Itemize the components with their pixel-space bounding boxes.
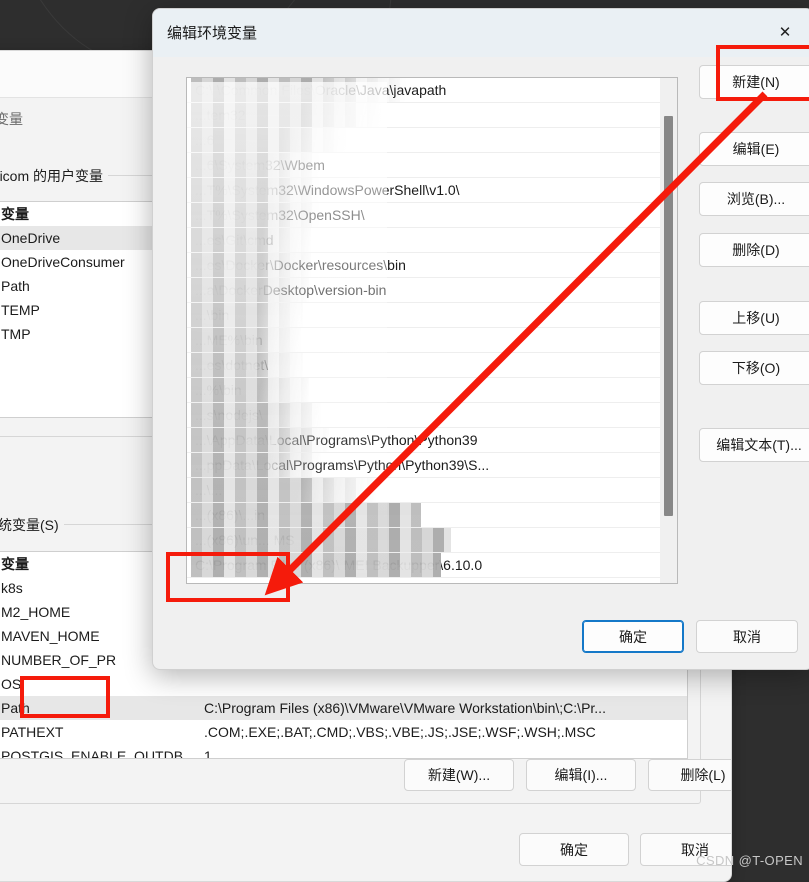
system-new-button[interactable]: 新建(W)... bbox=[404, 759, 514, 791]
path-entry-row[interactable]: ...%\bin bbox=[187, 378, 677, 403]
path-entry-row[interactable]: ...a\DockerDesktop\version-bin bbox=[187, 278, 677, 303]
system-variable-name: POSTGIS_ENABLE_OUTDB bbox=[1, 748, 184, 759]
system-variable-value: C:\Program Files (x86)\VMware\VMware Wor… bbox=[204, 700, 606, 716]
system-variable-value bbox=[196, 672, 687, 696]
table-row[interactable]: Path C:\Program Files (x86)\VMware\VMwar… bbox=[0, 696, 687, 720]
path-entry-text: %k8s% bbox=[195, 582, 242, 583]
dialog-ok-label: 确定 bbox=[619, 628, 647, 645]
path-entry-row[interactable]: ...\... bbox=[187, 478, 677, 503]
system-variable-name: OS bbox=[1, 676, 22, 692]
path-move-up-button[interactable]: 上移(U) bbox=[699, 301, 809, 335]
path-entry-row[interactable]: ...ppData\Local\Programs\Python\Python39… bbox=[187, 453, 677, 478]
table-row[interactable]: PATHEXT .COM;.EXE;.BAT;.CMD;.VBS;.VBE;.J… bbox=[0, 720, 687, 744]
path-entry-row[interactable]: ...T%\System32\OpenSSH\ bbox=[187, 203, 677, 228]
path-entry-row[interactable]: ...es\Git\cmd bbox=[187, 228, 677, 253]
path-entry-text: C:\ \Common Files\Oracle\Java\javapath bbox=[195, 82, 447, 98]
path-delete-button-label: 删除(D) bbox=[732, 242, 780, 258]
path-entry-text: ...es\dotnet\ bbox=[195, 357, 269, 373]
path-entry-text: ...s\nodejs\ bbox=[195, 407, 263, 423]
path-move-down-button[interactable]: 下移(O) bbox=[699, 351, 809, 385]
path-entry-text: ...ppData\Local\Programs\Python\Python39… bbox=[195, 457, 490, 473]
path-entry-text: ...\AppData\Local\Programs\Python\Python… bbox=[195, 432, 478, 448]
path-entry-text: ...\bin bbox=[195, 307, 230, 323]
path-entry-row[interactable]: ...(x86)\un... MS bbox=[187, 528, 677, 553]
path-entry-row[interactable]: ...es\dotnet\ bbox=[187, 353, 677, 378]
path-new-button[interactable]: 新建(N) bbox=[699, 65, 809, 99]
system-variable-name: PATHEXT bbox=[1, 724, 64, 740]
path-edit-button[interactable]: 编辑(E) bbox=[699, 132, 809, 166]
path-browse-button-label: 浏览(B)... bbox=[726, 191, 786, 207]
path-entry-row[interactable]: ...6\System32\Wbem bbox=[187, 153, 677, 178]
path-entry-text: ...es\Git\cmd bbox=[195, 232, 274, 248]
path-entry-text: ...(x86)\un... MS bbox=[195, 532, 295, 548]
user-variables-legend: unicom 的用户变量 bbox=[0, 166, 109, 186]
close-icon[interactable]: ✕ bbox=[763, 17, 807, 47]
dialog-cancel-button[interactable]: 取消 bbox=[696, 620, 798, 653]
path-entry-row[interactable]: C:\ \Common Files\Oracle\Java\javapath bbox=[187, 78, 677, 103]
system-new-button-label: 新建(W)... bbox=[427, 767, 491, 783]
path-entry-row[interactable]: ...s\nodejs\ bbox=[187, 403, 677, 428]
window-ok-label: 确定 bbox=[560, 841, 588, 858]
dialog-cancel-label: 取消 bbox=[733, 628, 761, 645]
path-entries-rows: C:\ \Common Files\Oracle\Java\javapath..… bbox=[187, 78, 677, 583]
system-edit-button[interactable]: 编辑(I)... bbox=[526, 759, 636, 791]
path-entry-text: ...es\Docker\Docker\resources\bin bbox=[195, 257, 406, 273]
path-entry-text: ...\... bbox=[195, 482, 223, 498]
path-entry-row[interactable]: ...6 bbox=[187, 128, 677, 153]
table-row[interactable]: OS bbox=[0, 672, 687, 696]
dialog-titlebar: 编辑环境变量 ✕ bbox=[153, 9, 809, 57]
path-entry-text: C:\Program Files (x86)\ MEI Backupper\6.… bbox=[195, 557, 483, 573]
path-entry-text: ...ME%\bin bbox=[195, 332, 263, 348]
dialog-title: 编辑环境变量 bbox=[167, 25, 258, 42]
path-entry-row[interactable]: ...es\Docker\Docker\resources\bin bbox=[187, 253, 677, 278]
path-entry-row[interactable]: ...tem32 bbox=[187, 103, 677, 128]
system-variables-legend: 系统变量(S) bbox=[0, 515, 64, 535]
path-edit-text-button[interactable]: 编辑文本(T)... bbox=[699, 428, 809, 462]
path-move-up-button-label: 上移(U) bbox=[732, 310, 780, 326]
path-entry-row[interactable]: ...(x86)\...in bbox=[187, 503, 677, 528]
system-delete-button[interactable]: 删除(L) bbox=[648, 759, 731, 791]
path-entry-text: ...%\bin bbox=[195, 382, 242, 398]
scrollbar-thumb[interactable] bbox=[664, 116, 673, 516]
system-delete-button-label: 删除(L) bbox=[680, 767, 726, 783]
path-entry-row[interactable]: ...ME%\bin bbox=[187, 328, 677, 353]
redaction-mosaic bbox=[191, 128, 346, 152]
path-entry-text: ...6 bbox=[195, 132, 215, 148]
system-variable-value: .COM;.EXE;.BAT;.CMD;.VBS;.VBE;.JS;.JSE;.… bbox=[204, 724, 596, 740]
watermark: CSDN @T-OPEN bbox=[696, 853, 803, 868]
table-row[interactable]: POSTGIS_ENABLE_OUTDB 1 bbox=[0, 744, 687, 759]
path-browse-button[interactable]: 浏览(B)... bbox=[699, 182, 809, 216]
path-move-down-button-label: 下移(O) bbox=[731, 360, 781, 376]
path-entry-text: ...(x86)\...in bbox=[195, 507, 266, 523]
path-entry-text: ...T%\System32\OpenSSH\ bbox=[195, 207, 365, 223]
path-entry-text: ...6\System32\Wbem bbox=[195, 157, 325, 173]
path-entries-listbox[interactable]: C:\ \Common Files\Oracle\Java\javapath..… bbox=[186, 77, 678, 584]
path-entry-row[interactable]: ...T%\System32\WindowsPowerShell\v1.0\ bbox=[187, 178, 677, 203]
path-entry-row[interactable]: %k8s% bbox=[187, 578, 677, 583]
system-edit-button-label: 编辑(I)... bbox=[554, 767, 608, 783]
dialog-ok-button[interactable]: 确定 bbox=[582, 620, 684, 653]
system-variable-name: Path bbox=[1, 700, 30, 716]
path-entry-row[interactable]: ...\bin bbox=[187, 303, 677, 328]
path-entry-text: ...tem32 bbox=[195, 107, 246, 123]
path-entry-row[interactable]: C:\Program Files (x86)\ MEI Backupper\6.… bbox=[187, 553, 677, 578]
path-list-scrollbar[interactable] bbox=[660, 78, 677, 583]
system-variable-value: 1 bbox=[204, 748, 212, 759]
path-edit-text-button-label: 编辑文本(T)... bbox=[716, 437, 802, 453]
path-edit-button-label: 编辑(E) bbox=[732, 141, 780, 157]
path-entry-row[interactable]: ...\AppData\Local\Programs\Python\Python… bbox=[187, 428, 677, 453]
window-tab-label: 环境变量 bbox=[0, 111, 23, 127]
window-ok-button[interactable]: 确定 bbox=[519, 833, 629, 866]
path-entry-text: ...T%\System32\WindowsPowerShell\v1.0\ bbox=[195, 182, 460, 198]
path-delete-button[interactable]: 删除(D) bbox=[699, 233, 809, 267]
path-new-button-label: 新建(N) bbox=[732, 74, 780, 90]
edit-environment-variable-dialog: 编辑环境变量 ✕ C:\ \Common Files\Oracle\Java\j… bbox=[152, 8, 809, 670]
path-entry-text: ...a\DockerDesktop\version-bin bbox=[195, 282, 387, 298]
